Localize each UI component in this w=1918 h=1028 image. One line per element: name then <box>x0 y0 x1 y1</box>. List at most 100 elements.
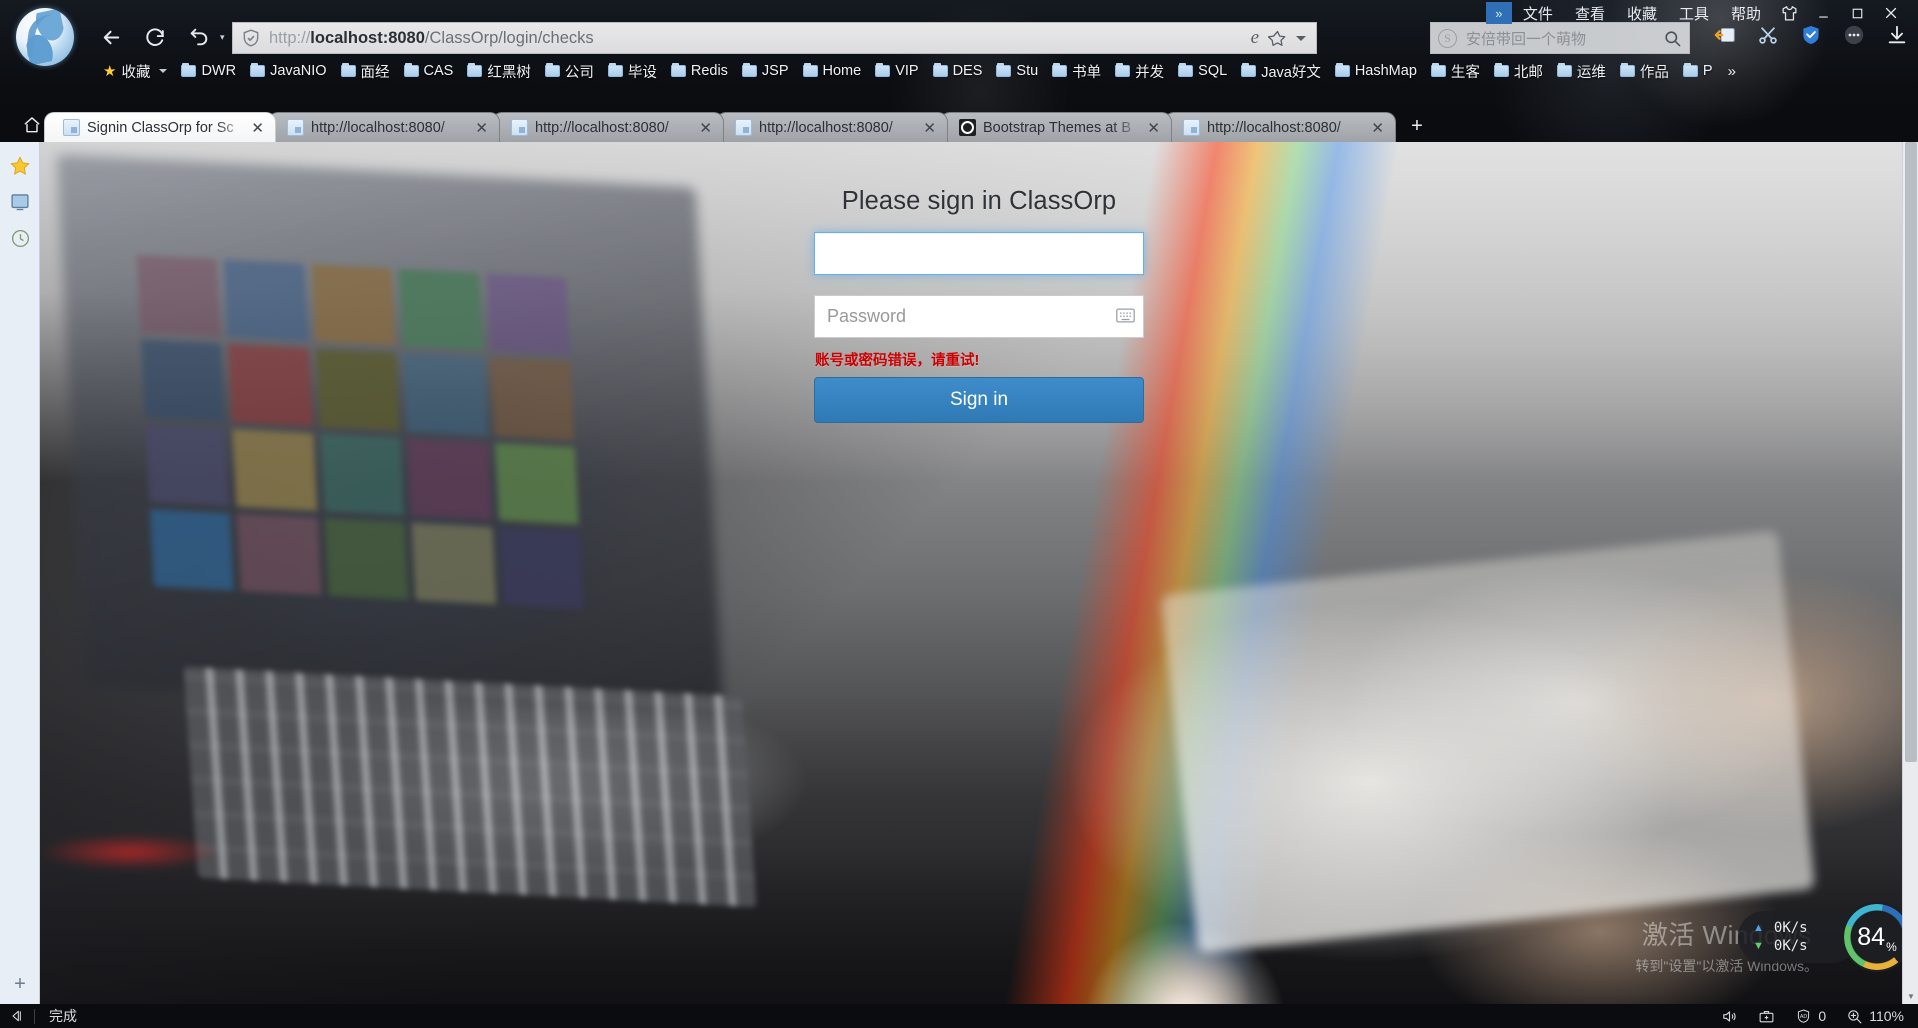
bookmark-item[interactable]: 毕设 <box>601 59 664 83</box>
bookmarks-overflow-button[interactable]: » <box>1720 63 1744 80</box>
folder-icon <box>467 63 483 77</box>
menu-item-favorites[interactable]: 收藏 <box>1616 3 1668 24</box>
bookmark-item[interactable]: SQL <box>1171 59 1234 83</box>
speaker-icon[interactable] <box>1721 1008 1738 1025</box>
bookmark-item[interactable]: HashMap <box>1328 59 1424 83</box>
chevron-down-icon[interactable] <box>159 69 168 73</box>
download-icon[interactable] <box>1884 22 1910 48</box>
status-text: 完成 <box>49 1008 77 1024</box>
sign-in-button[interactable]: Sign in <box>814 377 1144 423</box>
screenshot-icon[interactable] <box>0 184 40 220</box>
refresh-button[interactable] <box>140 22 170 52</box>
bookmark-item[interactable]: JSP <box>735 59 796 83</box>
bookmark-favorites-root[interactable]: ★ 收藏 <box>96 59 174 83</box>
menu-item-view[interactable]: 查看 <box>1564 3 1616 24</box>
search-input[interactable]: 安倍带回一个萌物 <box>1457 28 1663 49</box>
history-clock-icon[interactable] <box>0 220 40 256</box>
bookmark-item[interactable]: 红黑树 <box>460 59 538 83</box>
bookmark-item[interactable]: 北邮 <box>1487 59 1550 83</box>
bookmark-item[interactable]: Java好文 <box>1234 59 1328 83</box>
bookmark-item[interactable]: 并发 <box>1108 59 1171 83</box>
tab-close-icon[interactable]: ✕ <box>920 119 939 137</box>
address-bar-actions: e <box>1251 27 1308 49</box>
bookmark-label: DWR <box>201 63 237 79</box>
bookmark-item[interactable]: 运维 <box>1550 59 1613 83</box>
scissors-icon[interactable] <box>1755 22 1781 48</box>
address-chevron-down-icon[interactable] <box>1296 35 1306 41</box>
network-speed-widget[interactable]: ▲ 0K/s ▼ 0K/s <box>1738 911 1858 963</box>
window-capture-icon[interactable] <box>1712 22 1738 48</box>
browser-tab[interactable]: Bootstrap Themes at B ✕ <box>940 112 1172 142</box>
collapse-left-icon[interactable] <box>0 1008 34 1024</box>
menu-item-help[interactable]: 帮助 <box>1720 3 1772 24</box>
tab-close-icon[interactable]: ✕ <box>472 119 491 137</box>
soft-keyboard-icon[interactable] <box>1116 308 1135 323</box>
bookmark-label: JavaNIO <box>270 63 327 79</box>
bookmark-item[interactable]: JavaNIO <box>243 59 333 83</box>
rail-add-button[interactable]: + <box>0 970 40 998</box>
bookmark-item[interactable]: 生客 <box>1424 59 1487 83</box>
tab-title: http://localhost:8080/ <box>311 119 445 136</box>
bookmark-item[interactable]: Home <box>796 59 869 83</box>
bookmark-item[interactable]: CAS <box>397 59 461 83</box>
browser-tab[interactable]: http://localhost:8080/ ✕ <box>716 112 948 142</box>
scrollbar-thumb[interactable] <box>1905 142 1917 762</box>
tab-close-icon[interactable]: ✕ <box>1368 119 1387 137</box>
bookmark-item[interactable]: DES <box>926 59 990 83</box>
ad-block-status[interactable]: AD 0 <box>1795 1008 1826 1025</box>
minimize-button[interactable] <box>1806 2 1840 24</box>
maximize-button[interactable] <box>1840 2 1874 24</box>
new-tab-button[interactable]: + <box>1402 112 1432 140</box>
close-button[interactable] <box>1874 2 1908 24</box>
scroll-down-arrow[interactable]: ▼ <box>1903 988 1918 1004</box>
browser-tab[interactable]: http://localhost:8080/ ✕ <box>492 112 724 142</box>
download-speed-value: 0K/s <box>1773 938 1808 954</box>
wps-shield-icon[interactable] <box>1798 22 1824 48</box>
bookmark-item[interactable]: VIP <box>868 59 925 83</box>
bookmark-item[interactable]: Redis <box>664 59 735 83</box>
toolbox-icon[interactable] <box>1758 1008 1775 1025</box>
browser-tab[interactable]: http://localhost:8080/ ✕ <box>268 112 500 142</box>
status-bar-right: AD 0 110% <box>1721 1008 1918 1025</box>
more-dots-icon[interactable] <box>1841 22 1867 48</box>
folder-icon <box>607 63 623 77</box>
bookmark-item[interactable]: 公司 <box>538 59 601 83</box>
bookmark-item[interactable]: DWR <box>174 59 243 83</box>
bookmark-item[interactable]: P <box>1676 59 1720 83</box>
history-dropdown-caret[interactable]: ▾ <box>220 32 225 43</box>
folder-icon <box>1178 63 1194 77</box>
undo-button[interactable] <box>184 22 214 52</box>
bookmark-star-icon[interactable] <box>1267 29 1287 48</box>
favorites-star-icon[interactable] <box>0 148 40 184</box>
address-bar-url[interactable]: http://localhost:8080/ClassOrp/login/che… <box>269 29 594 48</box>
browser-tab[interactable]: Signin ClassOrp for Sc ✕ <box>44 112 276 142</box>
bookmark-item[interactable]: Stu <box>989 59 1045 83</box>
tab-close-icon[interactable]: ✕ <box>248 119 267 137</box>
ie-compat-icon[interactable]: e <box>1251 27 1259 49</box>
menu-item-file[interactable]: 文件 <box>1512 3 1564 24</box>
shirt-icon[interactable] <box>1772 2 1806 24</box>
search-box[interactable]: S 安倍带回一个萌物 <box>1430 22 1690 54</box>
bookmark-item[interactable]: 面经 <box>334 59 397 83</box>
browser-tab[interactable]: http://localhost:8080/ ✕ <box>1164 112 1396 142</box>
bookmark-label: 面经 <box>360 64 390 81</box>
password-input[interactable] <box>814 295 1144 338</box>
bookmark-item[interactable]: 书单 <box>1045 59 1108 83</box>
bookmark-label: 作品 <box>1639 64 1669 81</box>
menu-overflow-chevron[interactable]: » <box>1485 2 1512 24</box>
address-bar[interactable]: http://localhost:8080/ClassOrp/login/che… <box>232 22 1317 54</box>
magnifier-icon[interactable] <box>1663 29 1682 48</box>
username-input[interactable] <box>814 232 1144 275</box>
toolbar-icons <box>1712 22 1910 48</box>
tab-close-icon[interactable]: ✕ <box>1144 119 1163 137</box>
bookmark-label: CAS <box>423 63 454 79</box>
folder-icon <box>544 63 560 77</box>
bookmark-item[interactable]: 作品 <box>1613 59 1676 83</box>
bookmark-label: SQL <box>1198 63 1228 79</box>
tab-title: Signin ClassOrp for Sc <box>87 119 234 136</box>
zoom-control[interactable]: 110% <box>1846 1008 1904 1025</box>
vertical-scrollbar[interactable]: ▲ ▼ <box>1902 142 1918 1004</box>
tab-close-icon[interactable]: ✕ <box>696 119 715 137</box>
back-button[interactable] <box>96 22 126 52</box>
menu-item-tools[interactable]: 工具 <box>1668 3 1720 24</box>
